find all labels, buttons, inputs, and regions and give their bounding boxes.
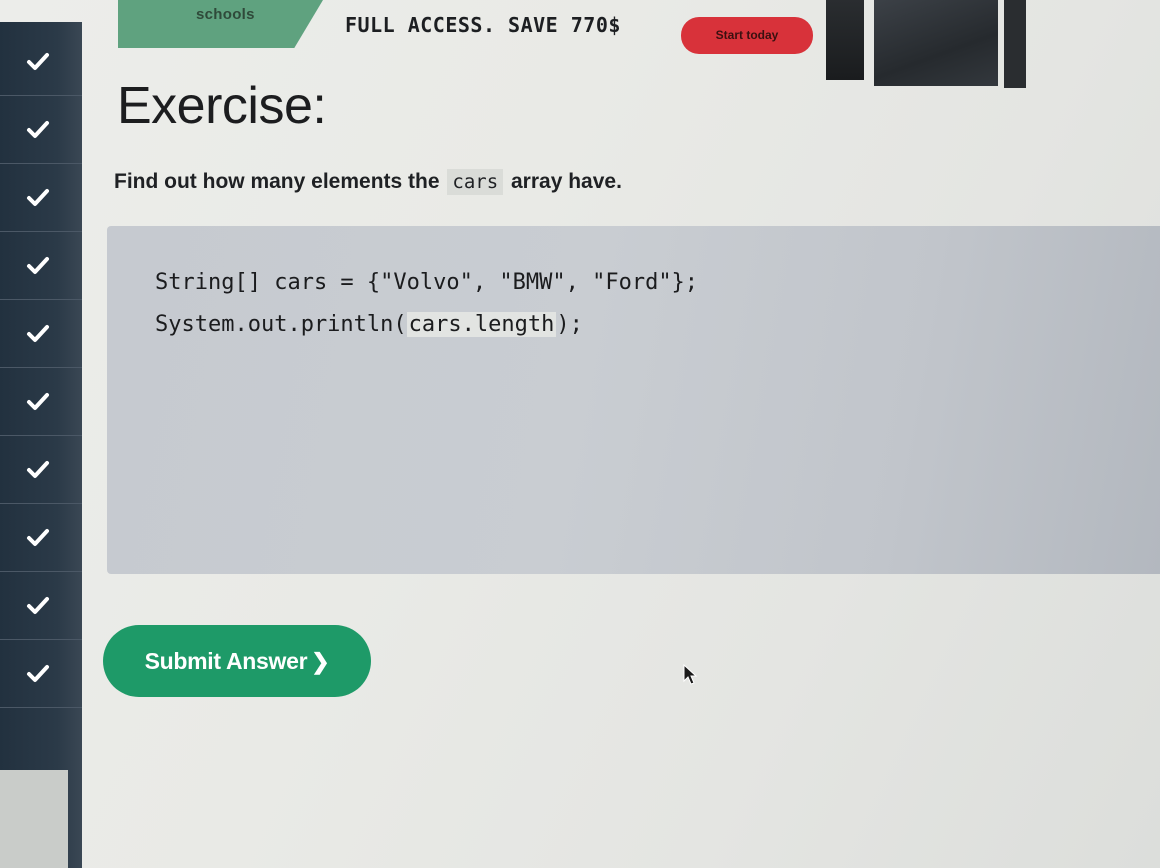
chevron-right-icon: ❯ bbox=[311, 649, 330, 674]
start-today-button[interactable]: Start today bbox=[681, 17, 813, 54]
checkmark-icon bbox=[27, 325, 49, 342]
sidebar-item[interactable] bbox=[0, 436, 82, 504]
banner-image bbox=[826, 0, 864, 80]
sidebar-item[interactable] bbox=[0, 164, 82, 232]
code-editor: String[] cars = {"Volvo", "BMW", "Ford"}… bbox=[107, 226, 1160, 574]
prompt-code: cars bbox=[447, 169, 504, 195]
sidebar-item[interactable] bbox=[0, 232, 82, 300]
checkmark-icon bbox=[27, 53, 49, 70]
checkmark-icon bbox=[27, 597, 49, 614]
mouse-cursor-icon bbox=[683, 664, 698, 685]
submit-answer-button[interactable]: Submit Answer ❯ bbox=[103, 625, 371, 697]
exercise-title: Exercise: bbox=[117, 77, 327, 135]
sidebar-item[interactable] bbox=[0, 572, 82, 640]
code-text: System.out.println( bbox=[155, 312, 407, 337]
sidebar bbox=[0, 22, 82, 868]
sidebar-item[interactable] bbox=[0, 368, 82, 436]
checkmark-icon bbox=[27, 461, 49, 478]
sidebar-item[interactable] bbox=[0, 28, 82, 96]
banner-image bbox=[874, 0, 998, 86]
sidebar-footer bbox=[0, 770, 68, 868]
checkmark-icon bbox=[27, 529, 49, 546]
sidebar-item[interactable] bbox=[0, 504, 82, 572]
checkmark-icon bbox=[27, 257, 49, 274]
prompt-text: Find out how many elements the bbox=[114, 170, 440, 193]
checkmark-icon bbox=[27, 189, 49, 206]
sidebar-item[interactable] bbox=[0, 300, 82, 368]
exercise-prompt: Find out how many elements the cars arra… bbox=[114, 169, 622, 195]
sidebar-item[interactable] bbox=[0, 640, 82, 708]
checkmark-icon bbox=[27, 665, 49, 682]
checkmark-icon bbox=[27, 121, 49, 138]
code-line: String[] cars = {"Volvo", "BMW", "Ford"}… bbox=[155, 270, 699, 295]
answer-input[interactable]: cars.length bbox=[406, 312, 557, 337]
banner-image bbox=[1004, 0, 1026, 88]
sidebar-item[interactable] bbox=[0, 96, 82, 164]
prompt-text: array have. bbox=[510, 170, 622, 193]
submit-label: Submit Answer bbox=[144, 648, 308, 674]
banner-headline: FULL ACCESS. SAVE 770$ bbox=[345, 13, 621, 37]
page: schools FULL ACCESS. SAVE 770$ Start tod… bbox=[0, 0, 1160, 868]
code-line: System.out.println(cars.length); bbox=[155, 312, 583, 337]
code-text: ); bbox=[556, 312, 583, 337]
banner-logo-text: schools bbox=[196, 6, 255, 23]
checkmark-icon bbox=[27, 393, 49, 410]
